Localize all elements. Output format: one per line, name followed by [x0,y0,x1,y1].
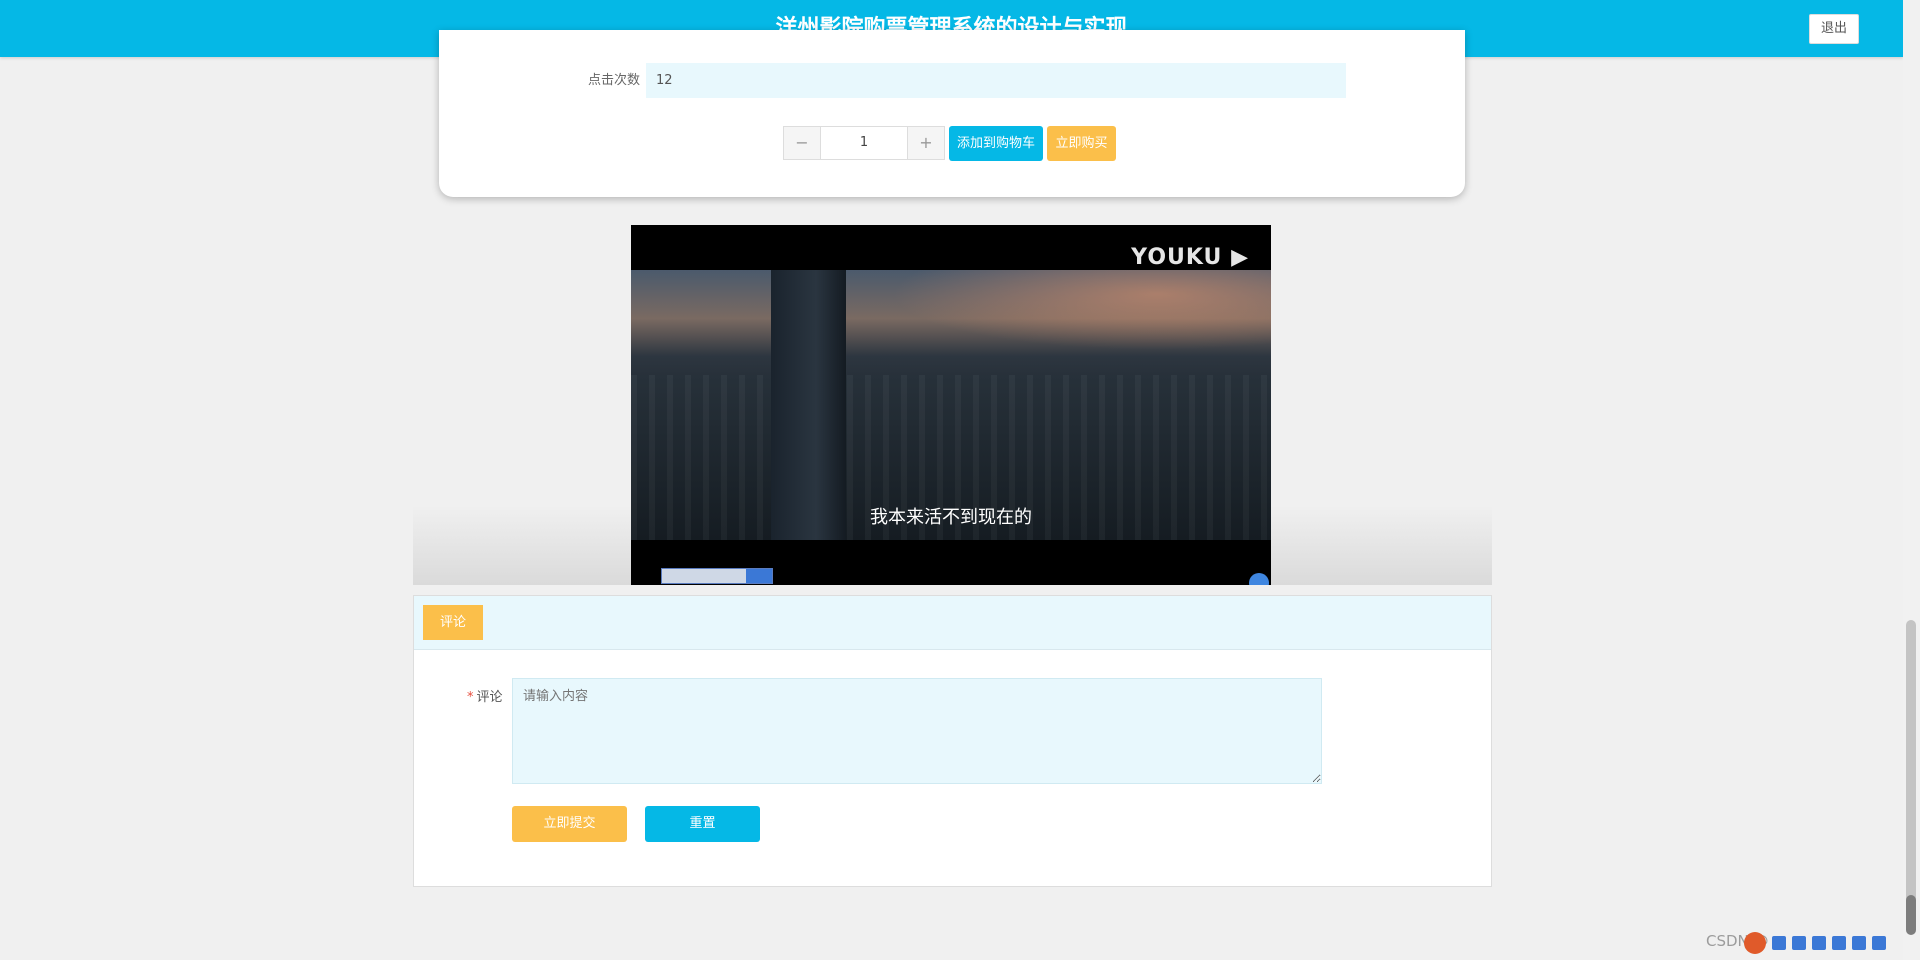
movie-detail-card [439,30,1465,197]
video-subtitle: 我本来活不到现在的 [870,507,1032,528]
required-mark: * [467,690,474,705]
quantity-stepper: − 1 + [783,126,945,160]
page-scrollbar[interactable] [1903,0,1920,960]
logout-button[interactable]: 退出 [1809,14,1859,44]
increment-button[interactable]: + [908,127,944,159]
add-to-cart-button[interactable]: 添加到购物车 [949,126,1043,161]
ime-logo-icon[interactable] [1744,932,1766,954]
sunset-glow [891,270,1271,350]
ime-voice-icon[interactable] [1812,936,1826,950]
comment-field-label-text: 评论 [476,690,503,705]
reset-button[interactable]: 重置 [645,806,760,842]
video-overlay-icon [1249,573,1269,585]
submit-button[interactable]: 立即提交 [512,806,627,842]
ime-toolbar [1744,932,1898,954]
video-player[interactable]: YOUKU ▶ 我本来活不到现在的 [631,225,1271,585]
comment-textarea[interactable] [512,678,1322,784]
scrollbar-thumb[interactable] [1906,895,1916,935]
taskbar-button [746,569,772,583]
tower-building [771,270,846,540]
youku-logo: YOUKU ▶ [1131,245,1249,270]
tab-comment[interactable]: 评论 [423,605,483,640]
ime-skin-icon[interactable] [1852,936,1866,950]
buy-now-button[interactable]: 立即购买 [1047,126,1116,161]
comment-panel-header: 评论 [414,596,1491,650]
ime-punctuation-icon[interactable] [1792,936,1806,950]
comment-field-label: * 评论 [467,686,503,705]
ime-menu-icon[interactable] [1872,936,1886,950]
clicks-value: 12 [646,63,1346,98]
clicks-label: 点击次数 [587,73,640,88]
video-overlay-taskbar [661,568,773,584]
scrollbar-track-highlight [1906,620,1916,920]
ime-mode-icon[interactable] [1772,936,1786,950]
ime-keyboard-icon[interactable] [1832,936,1846,950]
quantity-input[interactable]: 1 [820,127,908,159]
decrement-button[interactable]: − [784,127,820,159]
